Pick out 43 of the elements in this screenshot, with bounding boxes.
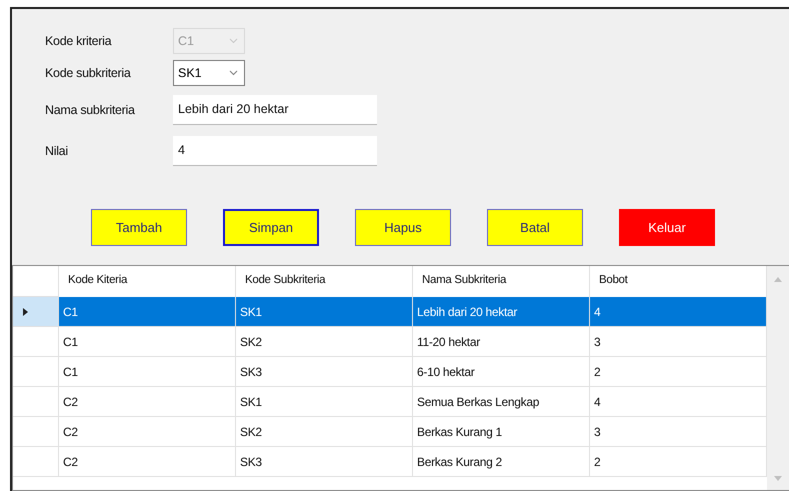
table-cell: 6-10 hektar: [413, 357, 590, 387]
table-row[interactable]: C1 SK3 6-10 hektar 2: [13, 357, 767, 387]
table-cell: SK1: [236, 297, 413, 327]
table-cell: C2: [59, 387, 236, 417]
current-row-icon: [23, 308, 28, 316]
table-cell: Berkas Kurang 2: [413, 447, 590, 477]
table-cell: C2: [59, 447, 236, 477]
input-field[interactable]: 4: [173, 136, 377, 166]
table-cell: SK1: [236, 387, 413, 417]
table-row[interactable]: C2 SK3 Berkas Kurang 2 2: [13, 447, 767, 477]
dropdown[interactable]: SK1: [173, 60, 245, 86]
input-field[interactable]: Lebih dari 20 hektar: [173, 94, 377, 124]
table-row[interactable]: C1 SK2 11-20 hektar 3: [13, 327, 767, 357]
scrollbar[interactable]: [767, 266, 789, 490]
field-label: Nama subkriteria: [45, 102, 136, 116]
table-cell: 11-20 hektar: [413, 327, 590, 357]
table-cell: SK2: [236, 417, 413, 447]
table-row[interactable]: C2 SK2 Berkas Kurang 1 3: [13, 417, 767, 447]
table-cell: 4: [590, 297, 767, 327]
action-button[interactable]: Tambah: [91, 209, 187, 246]
table-cell: C1: [59, 357, 236, 387]
field-label: Nilai: [45, 144, 69, 158]
caret-icon: [229, 70, 238, 76]
action-button[interactable]: Batal: [487, 209, 583, 246]
scroll-up-icon[interactable]: [774, 276, 782, 282]
table-row[interactable]: C1 SK1 Lebih dari 20 hektar 4: [13, 297, 767, 327]
table-cell: SK3: [236, 447, 413, 477]
table-cell: Lebih dari 20 hektar: [413, 297, 590, 327]
table-cell: C1: [59, 297, 236, 327]
action-button[interactable]: Hapus: [355, 209, 451, 246]
scroll-down-icon[interactable]: [774, 476, 782, 482]
table-cell: Semua Berkas Lengkap: [413, 387, 590, 417]
table-cell: SK3: [236, 357, 413, 387]
field-label: Kode kriteria: [45, 34, 113, 48]
field-label: Kode subkriteria: [45, 66, 132, 80]
table-cell: C2: [59, 417, 236, 447]
table-row[interactable]: C2 SK1 Semua Berkas Lengkap 4: [13, 387, 767, 417]
action-button[interactable]: Simpan: [223, 209, 319, 246]
action-button[interactable]: Keluar: [619, 209, 715, 246]
table-cell: Berkas Kurang 1: [413, 417, 590, 447]
table-cell: C1: [59, 327, 236, 357]
caret-icon: [229, 38, 238, 44]
table-cell: SK2: [236, 327, 413, 357]
